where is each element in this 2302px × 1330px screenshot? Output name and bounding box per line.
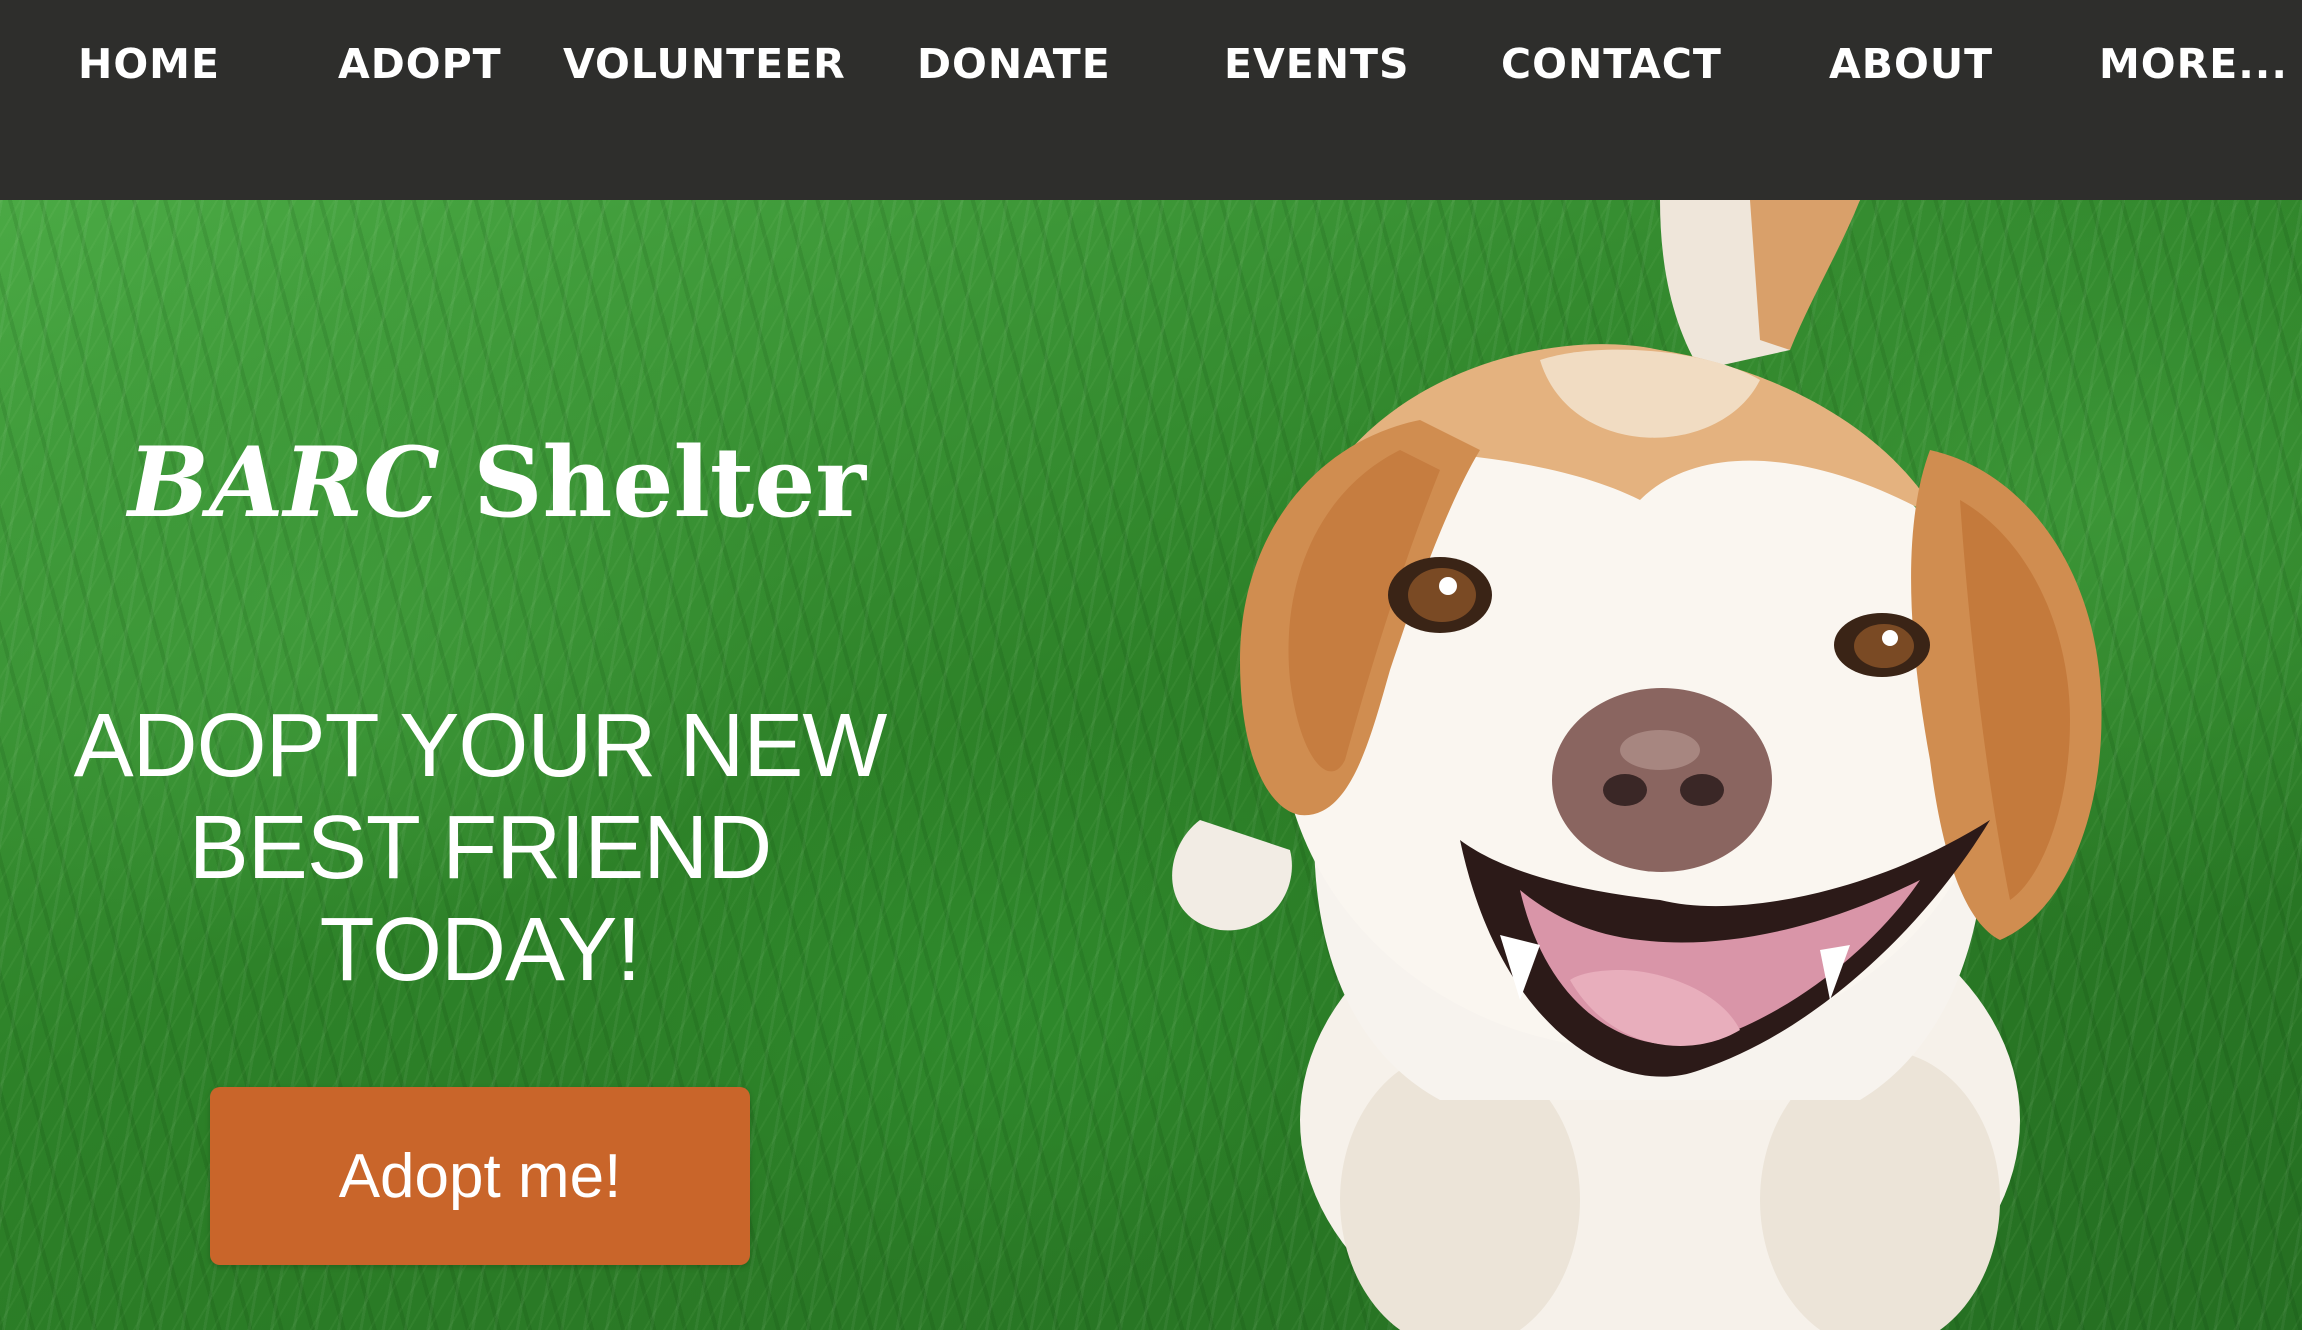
nav-donate-link[interactable]: DONATE	[917, 40, 1111, 88]
adopt-me-button[interactable]: Adopt me!	[210, 1087, 750, 1265]
brand-name-rest: Shelter	[473, 426, 866, 539]
nav-home-link[interactable]: HOME	[78, 40, 220, 88]
headline-line: ADOPT YOUR NEW	[73, 696, 888, 796]
nav-contact-link[interactable]: CONTACT	[1501, 40, 1722, 88]
dog-photo	[1172, 200, 2102, 1330]
nav-events-link[interactable]: EVENTS	[1224, 40, 1410, 88]
nav-more-link[interactable]: MORE...	[2099, 40, 2288, 88]
nav-volunteer-link[interactable]: VOLUNTEER	[563, 40, 846, 88]
headline-line: TODAY!	[319, 900, 642, 1000]
headline-line: BEST FRIEND	[188, 798, 772, 898]
nav-adopt-link[interactable]: ADOPT	[338, 40, 502, 88]
hero-headline: ADOPT YOUR NEW BEST FRIEND TODAY!	[60, 695, 900, 1001]
brand-name-italic: BARC	[128, 426, 440, 539]
top-navigation-bar: HOME ADOPT VOLUNTEER DONATE EVENTS CONTA…	[0, 0, 2302, 200]
nav-about-link[interactable]: ABOUT	[1829, 40, 1993, 88]
shelter-brand-title: BARC Shelter	[128, 435, 866, 531]
